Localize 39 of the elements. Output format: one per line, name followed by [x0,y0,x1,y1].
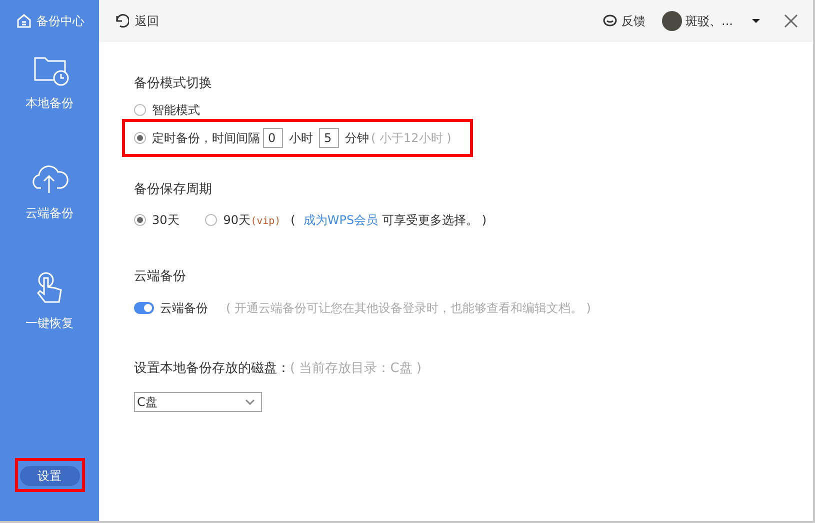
home-icon [14,12,32,30]
sidebar-item[interactable]: 一键恢复 [26,314,74,332]
radio-button[interactable] [205,214,218,226]
section-title: 备份模式切换 [134,75,213,93]
unit-label: 小时 [289,130,313,146]
close-icon [783,13,799,29]
user-name[interactable]: 斑驳、... [686,12,733,30]
unit-label: 分钟 [345,130,369,146]
feedback-link[interactable]: 反馈 [622,12,646,30]
back-link[interactable]: 返回 [135,12,159,30]
back-icon [113,13,129,29]
note-text: ( 当前存放目录：C盘 ) [290,360,422,378]
option-label: 智能模式 [152,102,200,118]
section-title: 设置本地备份存放的磁盘： [134,360,290,378]
note-text: 可享受更多选择。 ) [382,212,487,229]
radio-button[interactable] [134,132,146,144]
minutes-field[interactable]: 5 [319,128,339,148]
hint-text: ( 小于12小时 ) [371,130,452,146]
hours-field[interactable]: 0 [263,128,283,148]
radio-button[interactable] [134,214,146,226]
radio-button[interactable] [134,104,146,116]
option-label: 90天(vip) [223,212,281,229]
section-title: 云端备份 [134,268,187,286]
note-text: ( 开通云端备份可让您在其他设备登录时，也能够查看和编辑文档。 ) [226,300,591,316]
option-label: 定时备份，时间间隔 [152,130,260,146]
sidebar-item[interactable]: 本地备份 [26,94,74,112]
caret-icon [751,17,761,25]
sidebar-title: 备份中心 [36,13,84,30]
disk-dropdown[interactable]: C盘 [134,392,262,412]
chevron-icon [245,399,255,405]
avatar [662,11,682,31]
option-label: 30天 [152,212,180,229]
toggle-switch[interactable] [134,302,154,314]
section-title: 备份保存周期 [134,180,213,198]
chat-icon [602,13,618,29]
toggle-label: 云端备份 [160,300,208,316]
sidebar-item[interactable]: 云端备份 [26,204,74,222]
paren-text: ( [290,212,296,229]
settings-button[interactable]: 设置 [20,466,80,486]
